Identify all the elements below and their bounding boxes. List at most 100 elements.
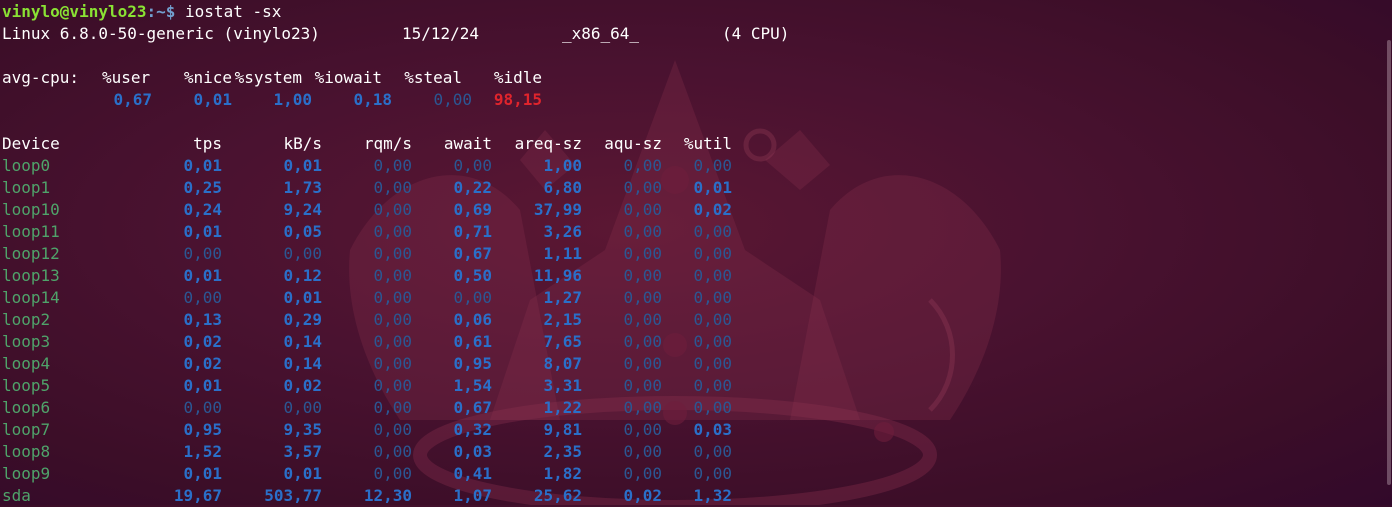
device-value-cell: 0,00 — [623, 442, 662, 461]
table-row: loop1 0,25 1,73 0,00 0,22 6,80 0,00 0,01 — [2, 177, 789, 199]
device-value-cell: 9,24 — [283, 200, 322, 219]
device-value-cell: 0,02 — [183, 354, 222, 373]
device-name: loop9 — [2, 464, 51, 483]
device-value-cell: 0,00 — [373, 420, 412, 439]
device-value-cell: 0,01 — [183, 156, 222, 175]
device-name: loop4 — [2, 354, 51, 373]
cpu-header-cell: %iowait — [314, 68, 382, 87]
device-value-cell: 0,00 — [693, 310, 732, 329]
device-value-cell: 0,00 — [623, 354, 662, 373]
device-value-cell: 0,12 — [283, 266, 322, 285]
device-value-cell: 0,06 — [453, 310, 492, 329]
device-name: loop10 — [2, 200, 60, 219]
device-value-cell: 0,00 — [453, 156, 492, 175]
device-value-cell: 1,54 — [453, 376, 492, 395]
device-value-cell: 0,61 — [453, 332, 492, 351]
cpu-value-cell: 0,00 — [433, 90, 472, 109]
device-value-cell: 2,35 — [543, 442, 582, 461]
device-value-cell: 0,00 — [693, 376, 732, 395]
device-name: loop14 — [2, 288, 60, 307]
device-value-cell: 0,00 — [373, 310, 412, 329]
device-value-cell: 0,00 — [373, 442, 412, 461]
device-value-cell: 1,22 — [543, 398, 582, 417]
device-value-cell: 0,67 — [453, 244, 492, 263]
device-value-cell: 0,69 — [453, 200, 492, 219]
cpu-header-cell: %user — [102, 68, 151, 87]
cpu-count: (4 CPU) — [722, 24, 790, 43]
sysinfo-line: Linux 6.8.0-50-generic (vinylo23) 15/12/2… — [2, 23, 789, 45]
scrollbar-thumb[interactable] — [1387, 40, 1391, 485]
cpu-values-row: 0,67 0,01 1,00 0,18 0,00 98,15 — [2, 89, 789, 111]
table-row: loop9 0,01 0,01 0,00 0,41 1,82 0,00 0,00 — [2, 463, 789, 485]
device-value-cell: 0,00 — [373, 464, 412, 483]
device-value-cell: 0,00 — [623, 222, 662, 241]
terminal-output[interactable]: vinylo@vinylo23:~$ iostat -sx Linux 6.8.… — [2, 1, 789, 507]
device-value-cell: 0,00 — [623, 288, 662, 307]
device-value-cell: 7,65 — [543, 332, 582, 351]
device-value-cell: 0,00 — [373, 332, 412, 351]
device-name: loop1 — [2, 178, 51, 197]
device-value-cell: 0,01 — [183, 222, 222, 241]
cpu-label: avg-cpu: — [2, 68, 80, 87]
cpu-header-cell: %nice — [183, 68, 232, 87]
device-value-cell: 0,32 — [453, 420, 492, 439]
cpu-header-cell: %system — [234, 68, 302, 87]
device-value-cell: 0,00 — [373, 288, 412, 307]
device-value-cell: 0,00 — [693, 442, 732, 461]
device-value-cell: 0,24 — [183, 200, 222, 219]
cpu-value-cell: 1,00 — [273, 90, 312, 109]
table-row: loop8 1,52 3,57 0,00 0,03 2,35 0,00 0,00 — [2, 441, 789, 463]
table-row: loop10 0,24 9,24 0,00 0,69 37,99 0,00 0,02 — [2, 199, 789, 221]
device-value-cell: 0,00 — [693, 222, 732, 241]
device-value-cell: 0,13 — [183, 310, 222, 329]
device-header-cell: aqu-sz — [604, 134, 662, 153]
device-value-cell: 0,00 — [183, 398, 222, 417]
device-value-cell: 0,00 — [623, 178, 662, 197]
device-value-cell: 0,22 — [453, 178, 492, 197]
device-value-cell: 0,00 — [693, 266, 732, 285]
device-value-cell: 1,82 — [543, 464, 582, 483]
table-row: loop13 0,01 0,12 0,00 0,50 11,96 0,00 0,00 — [2, 265, 789, 287]
device-value-cell: 1,07 — [453, 486, 492, 505]
kernel-info: Linux 6.8.0-50-generic (vinylo23) — [2, 24, 320, 43]
device-value-cell: 0,00 — [373, 354, 412, 373]
device-name: loop11 — [2, 222, 60, 241]
device-value-cell: 0,00 — [623, 244, 662, 263]
device-value-cell: 0,50 — [453, 266, 492, 285]
device-name: loop2 — [2, 310, 51, 329]
device-value-cell: 1,73 — [283, 178, 322, 197]
device-value-cell: 0,14 — [283, 354, 322, 373]
arch-info: _x86_64_ — [562, 24, 640, 43]
device-value-cell: 0,00 — [373, 178, 412, 197]
device-value-cell: 0,01 — [183, 376, 222, 395]
device-name: loop0 — [2, 156, 51, 175]
scrollbar[interactable] — [1386, 0, 1392, 505]
device-value-cell: 0,01 — [183, 266, 222, 285]
device-table: loop0 0,01 0,01 0,00 0,00 1,00 0,00 0,00 loop1 0,… — [2, 155, 789, 507]
device-value-cell: 0,41 — [453, 464, 492, 483]
device-value-cell: 0,95 — [183, 420, 222, 439]
cpu-header-row: avg-cpu: %user %nice %system %iowait %steal %i… — [2, 67, 789, 89]
device-value-cell: 0,00 — [373, 200, 412, 219]
device-value-cell: 0,00 — [623, 156, 662, 175]
cpu-header-cell: %idle — [493, 68, 542, 87]
device-value-cell: 0,00 — [283, 398, 322, 417]
device-value-cell: 0,00 — [453, 288, 492, 307]
report-date: 15/12/24 — [402, 24, 480, 43]
device-value-cell: 0,25 — [183, 178, 222, 197]
device-name: loop7 — [2, 420, 51, 439]
device-value-cell: 0,00 — [183, 244, 222, 263]
device-name: loop5 — [2, 376, 51, 395]
device-name: loop13 — [2, 266, 60, 285]
device-value-cell: 9,81 — [543, 420, 582, 439]
device-header-cell: await — [443, 134, 492, 153]
device-value-cell: 0,71 — [453, 222, 492, 241]
device-header-row: Device tps kB/s rqm/s await areq-sz aqu-sz %uti… — [2, 133, 789, 155]
table-row: loop12 0,00 0,00 0,00 0,67 1,11 0,00 0,00 — [2, 243, 789, 265]
prompt-user: vinylo@vinylo23 — [2, 2, 147, 21]
device-value-cell: 25,62 — [533, 486, 582, 505]
cpu-value-cell: 98,15 — [493, 90, 542, 109]
cpu-value-cell: 0,67 — [113, 90, 152, 109]
device-value-cell: 8,07 — [543, 354, 582, 373]
